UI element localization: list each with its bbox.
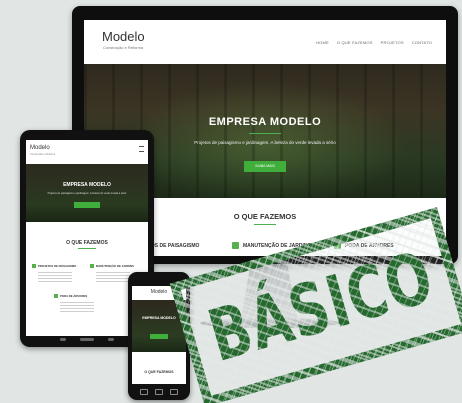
- recent-apps-icon[interactable]: [170, 389, 178, 395]
- phone-icon: [90, 264, 94, 269]
- text-placeholder: [60, 302, 94, 312]
- desktop-logo[interactable]: Modelo: [102, 29, 145, 44]
- desktop-menu: HOME O QUE FAZEMOS PROJETOS CONTATO: [316, 40, 432, 45]
- pencil-icon: [54, 294, 58, 299]
- tablet-nav-bar: [60, 336, 114, 342]
- tablet-logo[interactable]: Modelo: [30, 145, 50, 151]
- tablet-service-label: PODA DE ÁRVORES: [60, 294, 88, 298]
- tablet-service-item: PODA DE ÁRVORES: [54, 294, 88, 299]
- phone-hero-button[interactable]: [150, 334, 168, 339]
- tablet-service-item: MANUTENÇÃO DE JARDINS: [90, 264, 134, 269]
- tablet-section-title: O QUE FAZEMOS: [66, 240, 108, 246]
- menu-item-home[interactable]: HOME: [316, 40, 329, 45]
- desktop-navbar: Modelo Construção e Reforma HOME O QUE F…: [84, 20, 446, 64]
- phone-nav-bar: [140, 388, 178, 396]
- text-placeholder: [96, 272, 130, 282]
- tablet-service-label: MANUTENÇÃO DE JARDINS: [96, 264, 134, 268]
- phone-hero-title: EMPRESA MODELO: [142, 316, 176, 320]
- tablet-hero: EMPRESA MODELO Projetos de paisagismo e …: [26, 164, 148, 222]
- back-icon[interactable]: [140, 389, 148, 395]
- menu-item-projetos[interactable]: PROJETOS: [381, 40, 404, 45]
- tablet-hero-button[interactable]: [74, 202, 100, 208]
- tablet-service-item: PROJETOS DE PAISAGISMO: [32, 264, 77, 269]
- recent-apps-icon[interactable]: [108, 337, 114, 341]
- tablet-section-divider: [78, 248, 96, 249]
- leaf-icon: [32, 264, 36, 269]
- tablet-service-label: PROJETOS DE PAISAGISMO: [38, 264, 77, 268]
- tablet-hero-text: Projetos de paisagismo e jardinagem. A b…: [47, 192, 127, 195]
- hero-divider: [249, 133, 281, 134]
- mockup-scene: Modelo Construção e Reforma HOME O QUE F…: [0, 0, 462, 403]
- desktop-hero-button[interactable]: SAIBA MAIS: [244, 161, 286, 172]
- phone-icon: [232, 242, 239, 249]
- hamburger-menu-icon[interactable]: [139, 146, 144, 152]
- text-placeholder: [38, 272, 72, 282]
- home-icon[interactable]: [155, 389, 163, 395]
- tablet-hero-title: EMPRESA MODELO: [63, 182, 111, 188]
- desktop-logo-subtitle: Construção e Reforma: [103, 45, 144, 50]
- section-divider: [254, 224, 276, 225]
- tablet-logo-subtitle: Construção e Reforma: [30, 153, 56, 156]
- home-icon[interactable]: [80, 337, 94, 341]
- menu-item-contato[interactable]: CONTATO: [412, 40, 432, 45]
- back-icon[interactable]: [60, 337, 66, 341]
- desktop-hero-title: EMPRESA MODELO: [208, 116, 322, 128]
- phone-section-title: O QUE FAZEMOS: [144, 370, 174, 374]
- menu-item-o-que-fazemos[interactable]: O QUE FAZEMOS: [337, 40, 373, 45]
